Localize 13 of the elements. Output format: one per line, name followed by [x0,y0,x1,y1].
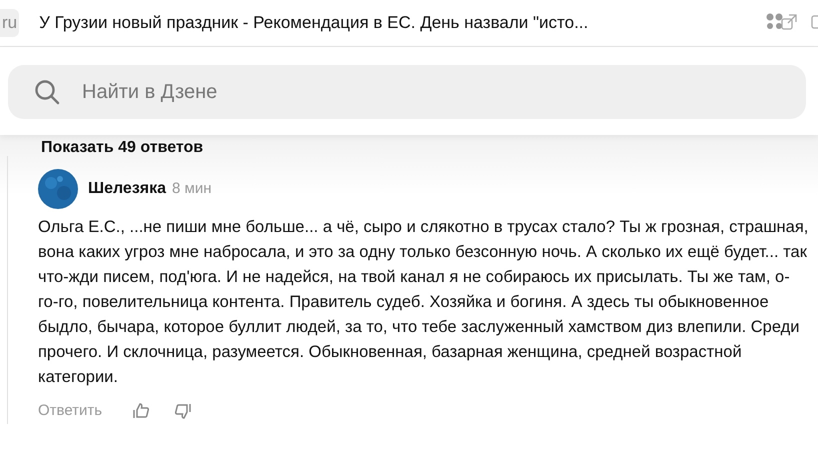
article-title: У Грузии новый праздник - Рекомендация в ЕС. День назвали "исто... [39,12,588,34]
show-replies-link[interactable]: Показать 49 ответов [41,139,204,156]
apps-icon[interactable] [766,13,784,31]
comment-text: Ольга Е.С., ...не пиши мне больше... а чё, сыро и слякотно в трусах стало? Ты ж грозная, страшная, вона каких угроз мне набросала, и это за одну только безсонную ночь. А сколько их ещё будет... так что-жди писем, под'юга. И не надейся, на твой канал я не собираюсь их присылать. Ты же там, о-го-го, повелительница контента. Правитель судеб. Хозяйка и богиня. А здесь ты обыкновенное быдло, бычара, которое буллит людей, за то, что тебе заслуженный хамством диз влепили. Среди прочего. И склочница, разумеется. Обыкновенная, базарная женщина, средней возрастной категории. [38,217,810,388]
search-icon [34,79,60,105]
thumbs-up-icon[interactable] [132,402,150,420]
author-name[interactable]: Шелезяка [88,177,166,201]
user-avatar[interactable] [38,169,78,209]
thumbs-down-icon[interactable] [174,402,192,420]
external-link-icon[interactable] [780,13,798,31]
comment-time: 8 мин [172,178,212,199]
search-field[interactable]: Найти в Дзене [8,65,806,119]
copy-icon[interactable] [810,13,818,31]
